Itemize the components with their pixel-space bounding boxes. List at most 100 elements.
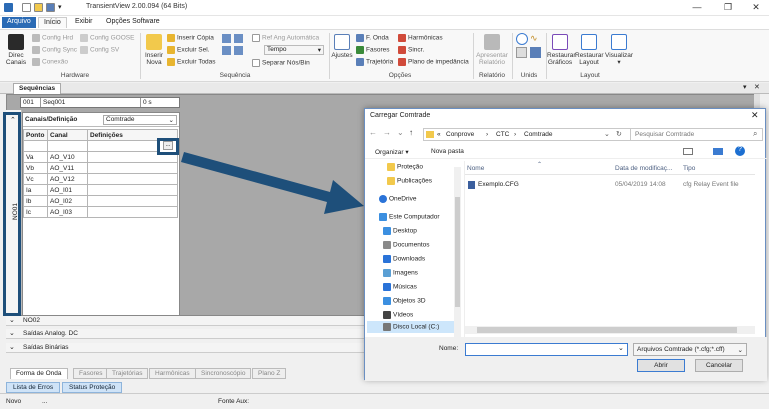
back-icon[interactable]: ← (369, 128, 377, 137)
chevron-down-icon[interactable]: ⌄ (604, 130, 610, 138)
sequence-tool-icon-4[interactable] (234, 46, 243, 55)
search-input[interactable]: Pesquisar Comtrade (630, 128, 763, 141)
view-options-icon[interactable] (683, 148, 693, 155)
nav-scrollbar[interactable] (454, 167, 461, 337)
config-hrd-button[interactable]: Config Hrd (32, 34, 73, 42)
sequence-name[interactable]: Seq001 (41, 98, 141, 107)
browse-comtrade-button[interactable]: ... (157, 138, 179, 155)
direc-canais-button[interactable]: Direc Canais (5, 34, 27, 66)
trajetoria-button[interactable]: Trajetória (356, 58, 393, 66)
tab-sequencias[interactable]: Sequências (13, 83, 62, 94)
inserir-nova-button[interactable]: Inserir Nova (144, 34, 164, 66)
sincr-button[interactable]: Sincr. (398, 46, 424, 54)
cancelar-button[interactable]: Cancelar (695, 359, 743, 372)
nav-item-protecao[interactable]: Proteção (387, 163, 423, 175)
abrir-button[interactable]: Abrir (637, 359, 685, 372)
nav-item-disco-local[interactable]: Disco Local (C:) (383, 323, 439, 335)
visualizar-button[interactable]: Visualizar ▾ (605, 34, 633, 66)
tab-forma-de-onda[interactable]: Forma de Onda (10, 368, 68, 379)
breadcrumb-conprove[interactable]: Conprove (446, 131, 474, 138)
tab-status-protecao[interactable]: Status Proteção (62, 382, 123, 393)
file-list-scrollbar[interactable] (465, 326, 755, 334)
column-tipo[interactable]: Tipo (683, 165, 695, 172)
pu-unit-icon[interactable] (516, 47, 527, 58)
breadcrumb-comtrade[interactable]: Comtrade (524, 131, 553, 138)
tab-sincronoscopio[interactable]: Sincronoscópio (195, 368, 252, 379)
nova-pasta-button[interactable]: Nova pasta (431, 148, 464, 155)
close-icon[interactable]: ✕ (751, 110, 759, 121)
config-sv-button[interactable]: Config SV (80, 46, 119, 54)
save-icon[interactable] (46, 3, 55, 12)
nav-item-downloads[interactable]: Downloads (383, 255, 425, 267)
separar-checkbox[interactable]: Separar Nós/Bin (252, 59, 310, 67)
harmonicas-button[interactable]: Harmônicas (398, 34, 443, 42)
secondary-unit-icon[interactable] (530, 47, 541, 58)
table-row[interactable]: Ic AO_I03 (23, 206, 178, 218)
minimize-button[interactable]: — (687, 2, 707, 14)
menu-opcoes-software[interactable]: Opções Software (101, 17, 165, 28)
chevron-down-icon[interactable]: ⌄ (618, 344, 624, 352)
address-bar[interactable]: « Conprove › CTC › Comtrade ⌄ ↻ (423, 128, 663, 141)
table-row[interactable]: Ia AO_I01 (23, 184, 178, 196)
restaurar-graficos-button[interactable]: Restaurar Gráficos (547, 34, 576, 66)
breadcrumb-ctc[interactable]: CTC (496, 131, 509, 138)
excluir-todas-button[interactable]: Excluir Todas (167, 58, 216, 66)
up-folder-icon[interactable]: ↑ (409, 128, 413, 137)
tab-lista-de-erros[interactable]: Lista de Erros (6, 382, 61, 393)
nav-item-videos[interactable]: Vídeos (383, 311, 413, 323)
open-folder-icon[interactable] (34, 3, 43, 12)
ref-ang-checkbox[interactable]: Ref Ang Automática (252, 34, 319, 42)
inserir-copia-button[interactable]: Inserir Cópia (167, 34, 214, 42)
f-onda-button[interactable]: F. Onda (356, 34, 389, 42)
file-row[interactable]: Exemplo.CFG 05/04/2019 14:08 cfg Relay E… (465, 180, 755, 191)
table-row[interactable]: Ib AO_I02 (23, 195, 178, 207)
sequence-tool-icon-2[interactable] (234, 34, 243, 43)
nav-item-publicacoes[interactable]: Publicações (387, 177, 432, 189)
chevron-down-icon[interactable]: ⌄ (397, 128, 404, 137)
organizar-button[interactable]: Organizar ▾ (375, 148, 409, 156)
breadcrumb-overflow[interactable]: « (437, 131, 441, 138)
config-goose-button[interactable]: Config GOOSE (80, 34, 134, 42)
nav-item-imagens[interactable]: Imagens (383, 269, 418, 281)
tab-trajetorias[interactable]: Trajetórias (106, 368, 149, 379)
refresh-icon[interactable]: ↻ (616, 130, 622, 138)
maximize-button[interactable]: ❐ (718, 2, 738, 14)
close-icon[interactable]: ✕ (754, 83, 760, 91)
table-row[interactable]: Va AO_V10 (23, 151, 178, 163)
apresentar-relatorio-button[interactable]: Apresentar Relatório (474, 34, 510, 66)
preview-pane-icon[interactable] (713, 148, 723, 155)
help-icon[interactable]: ? (735, 146, 745, 156)
nav-item-musicas[interactable]: Músicas (383, 283, 417, 295)
filetype-select[interactable]: Arquivos Comtrade (*.cfg;*.cff) ⌄ (633, 343, 747, 356)
column-data-modificacao[interactable]: Data de modificaç... (615, 165, 672, 172)
column-nome[interactable]: Nome (467, 165, 484, 172)
excluir-sel-button[interactable]: Excluir Sel. (167, 46, 210, 54)
conexao-button[interactable]: Conexão (32, 58, 68, 66)
table-row[interactable]: Vb AO_V11 (23, 162, 178, 174)
tab-plano-z[interactable]: Plano Z (252, 368, 287, 379)
table-row[interactable]: Vc AO_V12 (23, 173, 178, 185)
source-select[interactable]: Comtrade ⌄ (103, 115, 177, 125)
fasores-button[interactable]: Fasores (356, 46, 389, 54)
chevron-down-icon[interactable]: ▾ (743, 83, 747, 91)
sequence-tool-icon-1[interactable] (222, 34, 231, 43)
new-file-icon[interactable] (22, 3, 31, 12)
restaurar-layout-button[interactable]: Restaurar Layout (575, 34, 604, 66)
file-list-scroll-thumb[interactable] (477, 327, 737, 333)
config-sync-button[interactable]: Config Sync (32, 46, 77, 54)
close-button[interactable]: ✕ (746, 2, 766, 14)
tab-harmonicas[interactable]: Harmônicas (149, 368, 196, 379)
sequence-tool-icon-3[interactable] (222, 46, 231, 55)
nav-item-onedrive[interactable]: OneDrive (379, 195, 416, 207)
nav-item-objetos-3d[interactable]: Objetos 3D (383, 297, 426, 309)
table-row[interactable] (23, 140, 178, 152)
ajustes-button[interactable]: Ajustes (331, 34, 353, 59)
plano-impedancia-button[interactable]: Plano de impedância (398, 58, 469, 66)
filename-input[interactable] (465, 343, 628, 356)
menu-inicio[interactable]: Início (38, 17, 67, 28)
customize-quick-access-icon[interactable]: ▾ (58, 3, 62, 11)
tab-fasores[interactable]: Fasores (73, 368, 109, 379)
menu-exibir[interactable]: Exibir (70, 17, 98, 28)
tempo-select[interactable]: Tempo ▾ (264, 45, 324, 55)
nav-item-documentos[interactable]: Documentos (383, 241, 430, 253)
